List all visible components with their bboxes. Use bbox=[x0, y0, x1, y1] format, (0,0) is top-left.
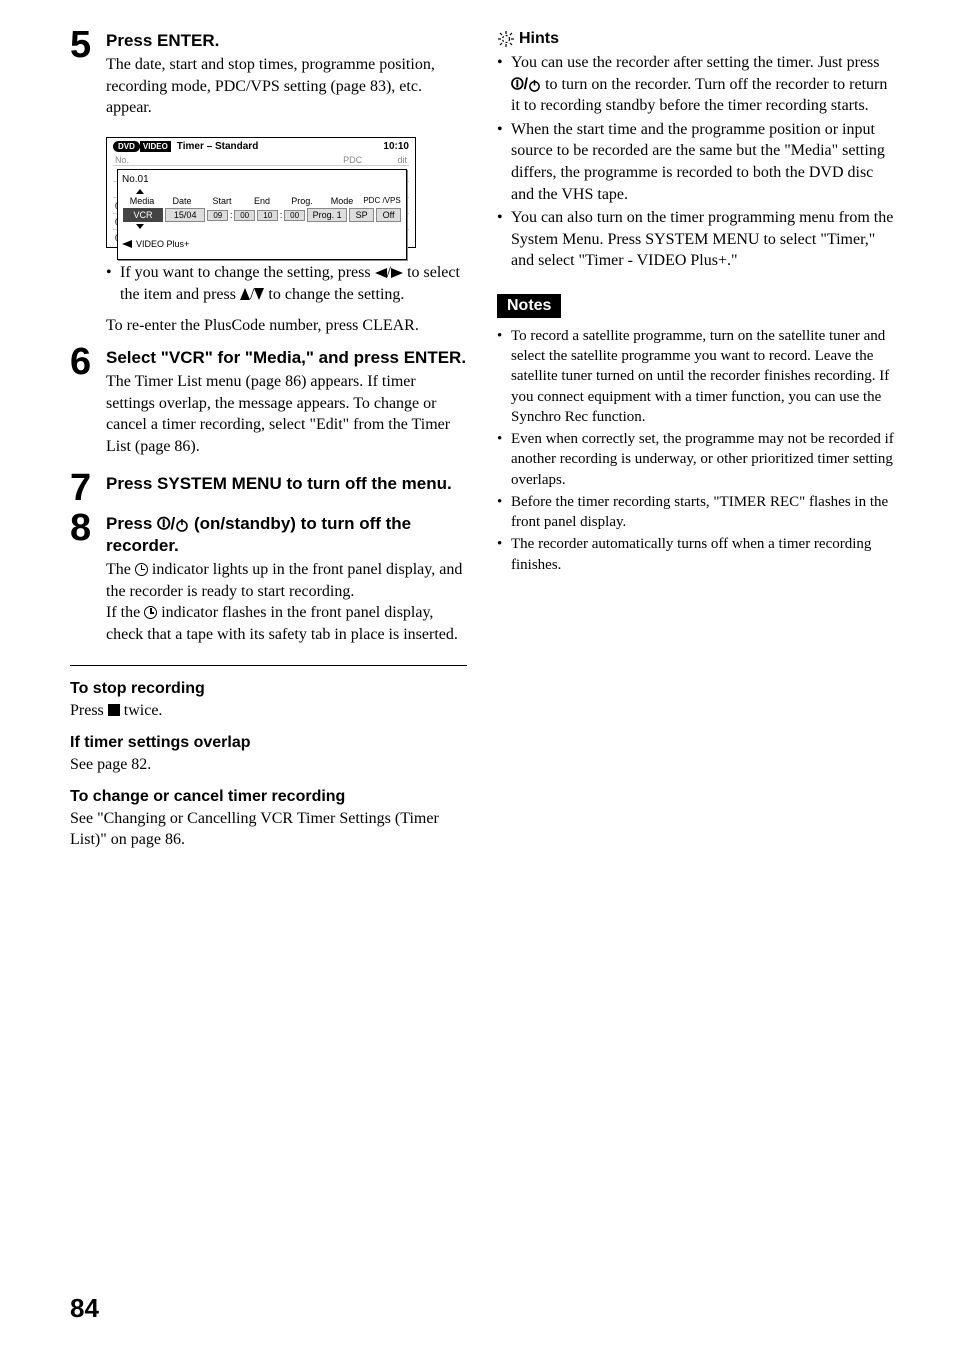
step-heading: Press ⏼/ (on/standby) to turn off the re… bbox=[106, 513, 467, 556]
popup-val: 00 bbox=[234, 210, 255, 221]
bullet-text: to change the setting. bbox=[264, 286, 404, 303]
popup-val: SP bbox=[349, 208, 374, 222]
hints-list: • You can use the recorder after setting… bbox=[497, 52, 894, 272]
note-item: •To record a satellite programme, turn o… bbox=[497, 326, 894, 427]
popup-val: VCR bbox=[123, 208, 163, 222]
popup-val: Prog. 1 bbox=[307, 208, 347, 222]
note-item: •Even when correctly set, the programme … bbox=[497, 429, 894, 490]
back-label: VIDEO Plus+ bbox=[136, 239, 189, 249]
hints-heading: Hints bbox=[497, 30, 894, 48]
step5-after: To re-enter the PlusCode number, press C… bbox=[106, 315, 467, 337]
left-column: 5 Press ENTER. The date, start and stop … bbox=[70, 30, 467, 857]
step-5: 5 Press ENTER. The date, start and stop … bbox=[70, 30, 467, 129]
notes-list: •To record a satellite programme, turn o… bbox=[497, 326, 894, 575]
video-badge: VIDEO bbox=[140, 141, 171, 152]
power-icon bbox=[175, 518, 189, 532]
back-arrow-icon bbox=[122, 240, 132, 248]
popup-col: Media bbox=[122, 196, 162, 206]
step-heading: Press SYSTEM MENU to turn off the menu. bbox=[106, 473, 467, 494]
down-arrow-icon bbox=[254, 288, 264, 300]
step5-bullet: • If you want to change the setting, pre… bbox=[106, 262, 467, 305]
hint-item: • You can use the recorder after setting… bbox=[497, 52, 894, 117]
overlap-text: See page 82. bbox=[70, 754, 467, 776]
stop-recording-text: Press twice. bbox=[70, 700, 467, 722]
popup-val: 10 bbox=[257, 210, 278, 221]
up-arrow-icon bbox=[240, 288, 250, 300]
page-number: 84 bbox=[70, 1293, 99, 1324]
hints-label: Hints bbox=[519, 30, 559, 48]
right-arrow-icon bbox=[391, 268, 403, 278]
step-heading: Select "VCR" for "Media," and press ENTE… bbox=[106, 347, 467, 368]
change-text: See "Changing or Cancelling VCR Timer Se… bbox=[70, 808, 467, 851]
step-text: The Timer List menu (page 86) appears. I… bbox=[106, 371, 467, 457]
popup-col: PDC /VPS bbox=[362, 196, 402, 206]
screen-edit: dit bbox=[389, 155, 407, 165]
popup-col: End bbox=[242, 196, 282, 206]
stop-recording-head: To stop recording bbox=[70, 680, 467, 698]
step-text: The date, start and stop times, programm… bbox=[106, 54, 467, 119]
hint-sun-icon bbox=[497, 30, 515, 48]
bullet-text: If you want to change the setting, press bbox=[120, 264, 375, 281]
overlap-head: If timer settings overlap bbox=[70, 734, 467, 752]
power-icon bbox=[528, 79, 541, 92]
popup-val: 00 bbox=[284, 210, 305, 221]
popup-title: No.01 bbox=[122, 174, 402, 185]
right-column: Hints • You can use the recorder after s… bbox=[497, 30, 894, 857]
step-text: The indicator lights up in the front pan… bbox=[106, 559, 467, 645]
left-arrow-icon bbox=[375, 268, 387, 278]
step-number: 7 bbox=[70, 469, 106, 507]
popup-col: Mode bbox=[322, 196, 362, 206]
notes-heading: Notes bbox=[497, 294, 561, 318]
change-head: To change or cancel timer recording bbox=[70, 788, 467, 806]
step-number: 6 bbox=[70, 343, 106, 468]
step-8: 8 Press ⏼/ (on/standby) to turn off the … bbox=[70, 513, 467, 655]
note-item: •The recorder automatically turns off wh… bbox=[497, 534, 894, 575]
timer-popup: No.01 Media Date Start End Prog. Mode PD… bbox=[117, 169, 407, 260]
step-heading: Press ENTER. bbox=[106, 30, 467, 51]
popup-col: Prog. bbox=[282, 196, 322, 206]
screen-col: No. bbox=[115, 155, 161, 165]
step-number: 5 bbox=[70, 26, 106, 129]
popup-col: Date bbox=[162, 196, 202, 206]
screen-col: PDC bbox=[343, 155, 389, 165]
stop-icon bbox=[108, 704, 120, 716]
hint-item: •You can also turn on the timer programm… bbox=[497, 207, 894, 272]
screen-title: Timer – Standard bbox=[177, 141, 259, 152]
step-7: 7 Press SYSTEM MENU to turn off the menu… bbox=[70, 473, 467, 507]
screen-clock: 10:10 bbox=[383, 141, 409, 152]
clock-icon bbox=[135, 563, 148, 576]
dvd-badge: DVD bbox=[113, 141, 140, 152]
note-item: •Before the timer recording starts, "TIM… bbox=[497, 492, 894, 533]
popup-val: 09 bbox=[207, 210, 228, 221]
divider bbox=[70, 665, 467, 666]
timer-screen-illustration: DVD VIDEO Timer – Standard 10:10 No. PDC… bbox=[106, 137, 416, 248]
clock-icon bbox=[144, 606, 157, 619]
step-number: 8 bbox=[70, 509, 106, 655]
step-6: 6 Select "VCR" for "Media," and press EN… bbox=[70, 347, 467, 468]
popup-col: Start bbox=[202, 196, 242, 206]
popup-val: 15/04 bbox=[165, 208, 205, 222]
popup-val: Off bbox=[376, 208, 401, 222]
hint-item: •When the start time and the programme p… bbox=[497, 119, 894, 205]
